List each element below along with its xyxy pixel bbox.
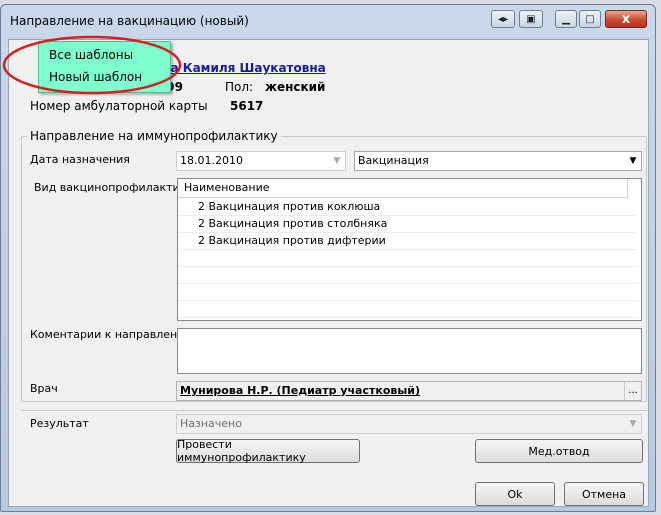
type-select[interactable]: Вакцинация ▼	[354, 151, 642, 171]
list-header[interactable]: Наименование	[178, 179, 628, 198]
list-item-empty	[178, 283, 638, 301]
chevron-down-icon[interactable]: ▼	[329, 152, 345, 170]
menu-item-new-template[interactable]: Новый шаблон	[49, 70, 142, 84]
list-item[interactable]: 2 Вакцинация против коклюша	[178, 198, 638, 216]
dialog-client-area: лина Камиля Шаукатовна .1999 Пол: женски…	[8, 39, 649, 507]
card-number-label: Номер амбулаторной карты	[30, 99, 208, 113]
maximize-button[interactable]: □	[579, 10, 601, 28]
sex-label: Пол:	[225, 80, 254, 94]
vaccination-list[interactable]: Наименование 2 Вакцинация против коклюша…	[177, 178, 642, 321]
type-value: Вакцинация	[358, 154, 429, 167]
templates-popup-menu: Все шаблоны Новый шаблон	[38, 41, 171, 93]
medical-exemption-button[interactable]: Мед.отвод	[475, 439, 643, 463]
date-value: 18.01.2010	[180, 154, 243, 167]
result-label: Результат	[30, 417, 89, 430]
list-item-label: 2 Вакцинация против коклюша	[198, 200, 381, 213]
restore-window-icon[interactable]: ▣	[519, 10, 543, 28]
window-title: Направление на вакцинацию (новый)	[10, 14, 249, 28]
chevron-down-icon[interactable]: ▼	[625, 415, 641, 433]
comments-label: Коментарии к направлению	[30, 328, 194, 341]
title-bar[interactable]: Направление на вакцинацию (новый) ◂▸ ▣ ▁…	[1, 5, 655, 39]
list-item-empty	[178, 300, 638, 318]
minimize-button[interactable]: ▁	[555, 10, 577, 28]
group-title: Направление на иммунопрофилактику	[27, 129, 281, 143]
vaccination-type-label: Вид вакцинопрофилактики	[34, 181, 194, 194]
perform-immunization-button[interactable]: Провести иммунопрофилактику	[176, 438, 360, 464]
column-divider[interactable]	[627, 179, 628, 197]
result-value: Назначено	[180, 417, 242, 430]
date-picker[interactable]: 18.01.2010 ▼	[176, 151, 346, 171]
resize-icon[interactable]: ◂▸	[491, 10, 515, 28]
chevron-down-icon[interactable]: ▼	[625, 152, 641, 170]
cancel-button[interactable]: Отмена	[564, 482, 644, 506]
list-item-label: 2 Вакцинация против столбняка	[198, 217, 388, 230]
more-icon[interactable]: ...	[624, 382, 641, 400]
ok-button[interactable]: Ok	[475, 482, 555, 506]
column-name-header[interactable]: Наименование	[184, 181, 269, 194]
list-item[interactable]: 2 Вакцинация против столбняка	[178, 215, 638, 233]
doctor-field[interactable]: Мунирова Н.Р. (Педиатр участковый) ...	[176, 381, 642, 401]
card-number-value: 5617	[230, 99, 264, 113]
result-select[interactable]: Назначено ▼	[176, 414, 642, 434]
close-button[interactable]: x	[605, 10, 647, 28]
date-label: Дата назначения	[30, 153, 130, 166]
list-item-empty	[178, 249, 638, 267]
menu-item-all-templates[interactable]: Все шаблоны	[49, 48, 133, 62]
doctor-value: Мунирова Н.Р. (Педиатр участковый)	[180, 384, 421, 397]
comments-textarea[interactable]	[177, 328, 642, 374]
patient-name-link[interactable]: лина Камиля Шаукатовна	[145, 61, 326, 75]
divider	[21, 410, 647, 411]
doctor-label: Врач	[30, 382, 58, 395]
close-icon: x	[621, 11, 631, 27]
list-item-label: 2 Вакцинация против дифтерии	[198, 234, 386, 247]
list-item-empty	[178, 266, 638, 284]
sex-value: женский	[265, 80, 326, 94]
list-item[interactable]: 2 Вакцинация против дифтерии	[178, 232, 638, 250]
